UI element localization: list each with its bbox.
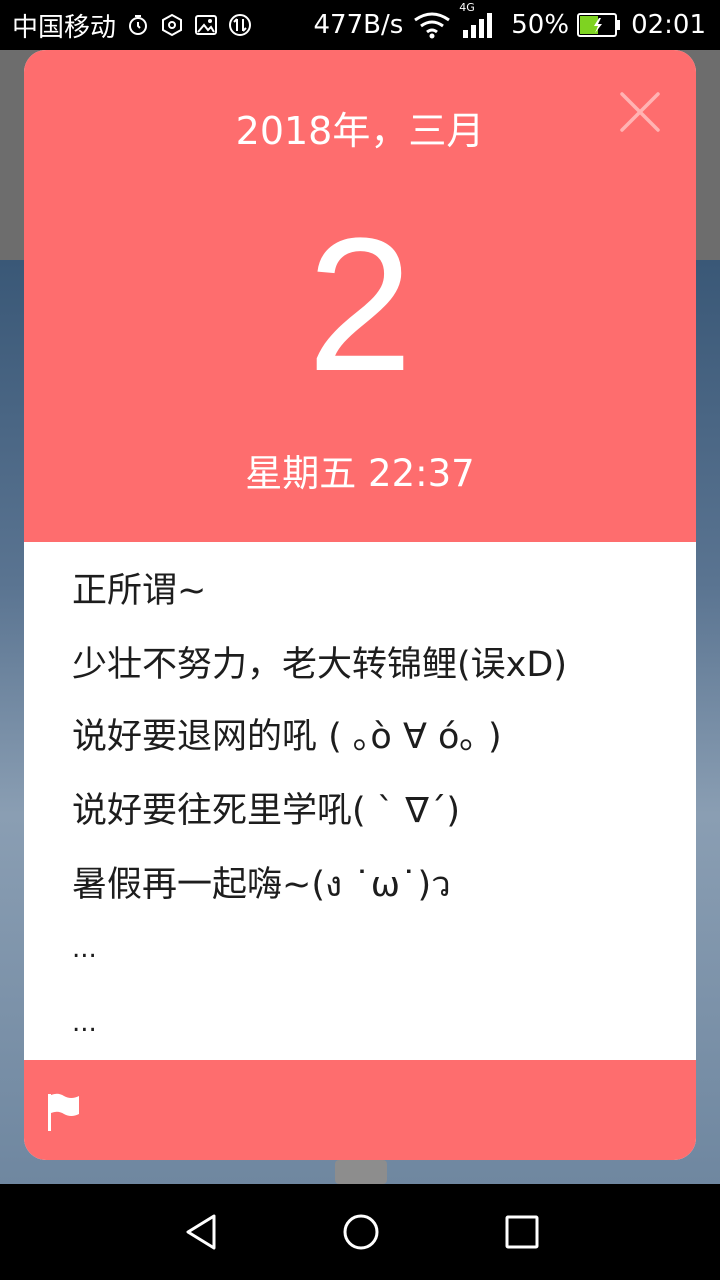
note-body[interactable]: 正所谓~ 少壮不努力，老大转锦鲤(误xD) 说好要退网的吼 ( ｡ò ∀ ó｡ …: [24, 542, 696, 1060]
sync-icon: [228, 13, 252, 37]
signal-icon: 4G: [459, 1, 493, 39]
day-number: 2: [307, 199, 413, 411]
weekday-time: 星期五 22:37: [245, 452, 475, 495]
back-icon: [186, 1214, 216, 1250]
note-line: ...: [72, 934, 97, 964]
recents-button[interactable]: [502, 1212, 542, 1252]
note-line: 说好要退网的吼 ( ｡ò ∀ ó｡ ): [72, 717, 502, 757]
back-button[interactable]: [182, 1212, 222, 1252]
alarm-icon: [126, 13, 150, 37]
status-bar: 中国移动 477B/s 4G 50% 02:01: [0, 0, 720, 50]
note-line: ...: [72, 1008, 97, 1038]
home-icon: [343, 1214, 379, 1250]
image-icon: [194, 13, 218, 37]
carrier-label: 中国移动: [12, 12, 117, 43]
month-title: 2018年，三月: [235, 109, 485, 153]
network-type-label: 4G: [459, 1, 475, 14]
settings-icon: [160, 13, 184, 37]
battery-percent: 50%: [511, 10, 570, 40]
battery-icon: [577, 12, 621, 38]
card-header: 2018年，三月 2 星期五 22:37: [24, 50, 696, 542]
note-line: 少壮不努力，老大转锦鲤(误xD): [72, 645, 567, 685]
card-footer: [24, 1060, 696, 1160]
nav-bar: [0, 1184, 720, 1280]
note-line: 正所谓~: [72, 571, 207, 611]
flag-icon: [48, 1093, 79, 1131]
flag-button[interactable]: [46, 1092, 82, 1132]
clock: 02:01: [631, 10, 706, 40]
calendar-card: 2018年，三月 2 星期五 22:37 正所谓~ 少壮不努力，老大转锦鲤(误x…: [24, 50, 696, 1160]
net-speed-label: 477B/s: [313, 10, 404, 40]
note-line: 暑假再一起嗨~(ง ˙ω˙)ว: [72, 865, 451, 905]
background-chip: [335, 1160, 387, 1184]
home-button[interactable]: [341, 1212, 381, 1252]
screen: 中国移动 477B/s 4G 50% 02:01 2018年，三月 2 星期五 …: [0, 0, 720, 1280]
wifi-icon: [413, 11, 451, 39]
note-line: 说好要往死里学吼( ` ∇´): [72, 791, 460, 831]
recents-icon: [505, 1215, 539, 1249]
